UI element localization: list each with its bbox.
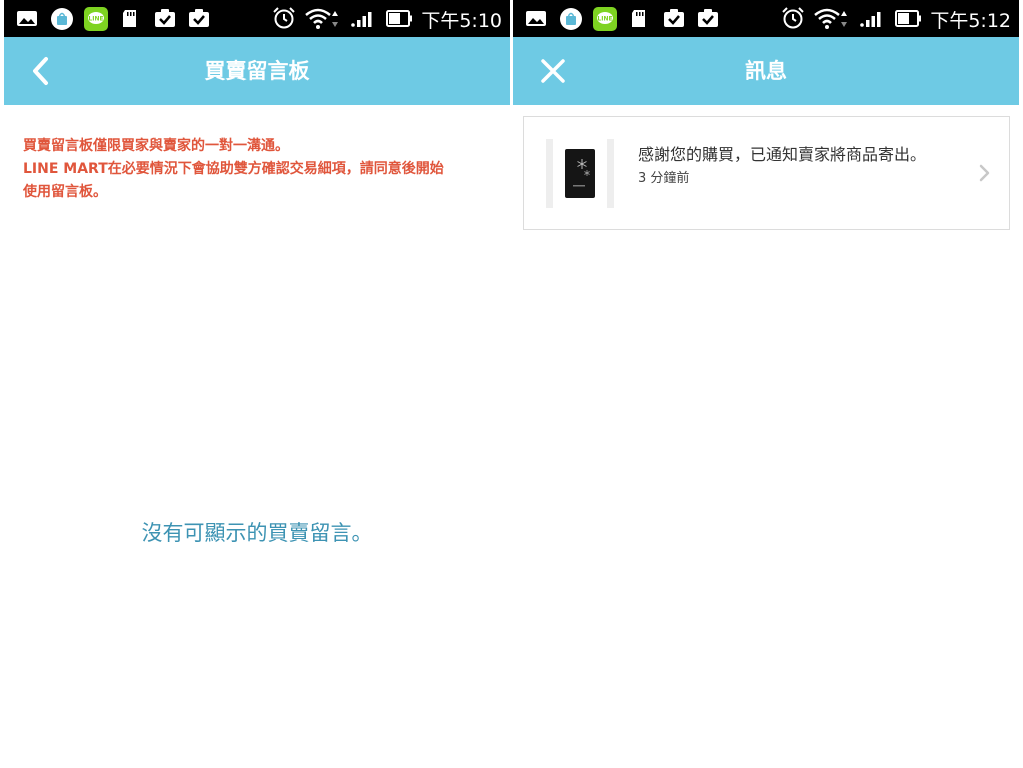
message-item[interactable]: 感謝您的購買，已通知賣家將商品寄出。 3 分鐘前 <box>523 116 1010 230</box>
battery-icon <box>895 10 921 27</box>
snowflake-icon <box>573 159 590 187</box>
wifi-icon <box>305 8 338 29</box>
svg-text:LINE: LINE <box>88 16 103 23</box>
chevron-right-icon <box>979 164 990 182</box>
product-image <box>565 149 595 198</box>
photo-icon <box>17 11 37 26</box>
signal-icon <box>351 12 372 27</box>
app-bar: 訊息 <box>513 37 1019 105</box>
svg-text:LINE: LINE <box>597 16 612 23</box>
sd-card-icon <box>123 10 136 27</box>
battery-icon <box>386 10 412 27</box>
sd-card-icon <box>632 10 645 27</box>
messages-screen: LINE 下午5:12 訊息 感謝您的購買，已通知賣家將商品寄出。 3 分鐘前 <box>513 0 1019 768</box>
photo-icon <box>526 11 546 26</box>
status-time: 下午5:10 <box>421 10 502 32</box>
thumbnail-frame <box>553 139 607 208</box>
empty-state-message: 沒有可顯示的買賣留言。 <box>141 521 373 545</box>
page-title: 訊息 <box>745 59 787 83</box>
app-bar: 買賣留言板 <box>4 37 510 105</box>
message-time: 3 分鐘前 <box>638 171 690 186</box>
clipboard-check-icon <box>664 9 684 27</box>
clipboard-check-icon <box>155 9 175 27</box>
notice-line: 使用留言板。 <box>23 184 107 200</box>
status-time: 下午5:12 <box>930 10 1011 32</box>
wifi-icon <box>814 8 847 29</box>
shopping-bag-icon <box>560 8 582 30</box>
notice-line: 買賣留言板僅限買家與賣家的一對一溝通。 <box>23 138 289 154</box>
product-thumbnail <box>546 139 614 208</box>
alarm-icon <box>782 7 804 29</box>
clipboard-check-icon <box>698 9 718 27</box>
alarm-icon <box>273 7 295 29</box>
message-text: 感謝您的購買，已通知賣家將商品寄出。 <box>638 145 927 164</box>
signal-icon <box>860 12 881 27</box>
clipboard-check-icon <box>189 9 209 27</box>
line-icon: LINE <box>84 7 108 31</box>
buyer-seller-board-screen: LINE 下午5:10 買賣留言板 買賣留言板僅限買家與賣家的一對一溝通。 LI… <box>4 0 510 768</box>
board-notice: 買賣留言板僅限買家與賣家的一對一溝通。 LINE MART在必要情況下會協助雙方… <box>23 135 493 204</box>
status-bar: LINE <box>4 0 510 37</box>
status-bar: LINE <box>513 0 1019 37</box>
notice-line: LINE MART在必要情況下會協助雙方確認交易細項，請同意後開始 <box>23 161 444 177</box>
page-title: 買賣留言板 <box>204 59 310 83</box>
line-icon: LINE <box>593 7 617 31</box>
shopping-bag-icon <box>51 8 73 30</box>
